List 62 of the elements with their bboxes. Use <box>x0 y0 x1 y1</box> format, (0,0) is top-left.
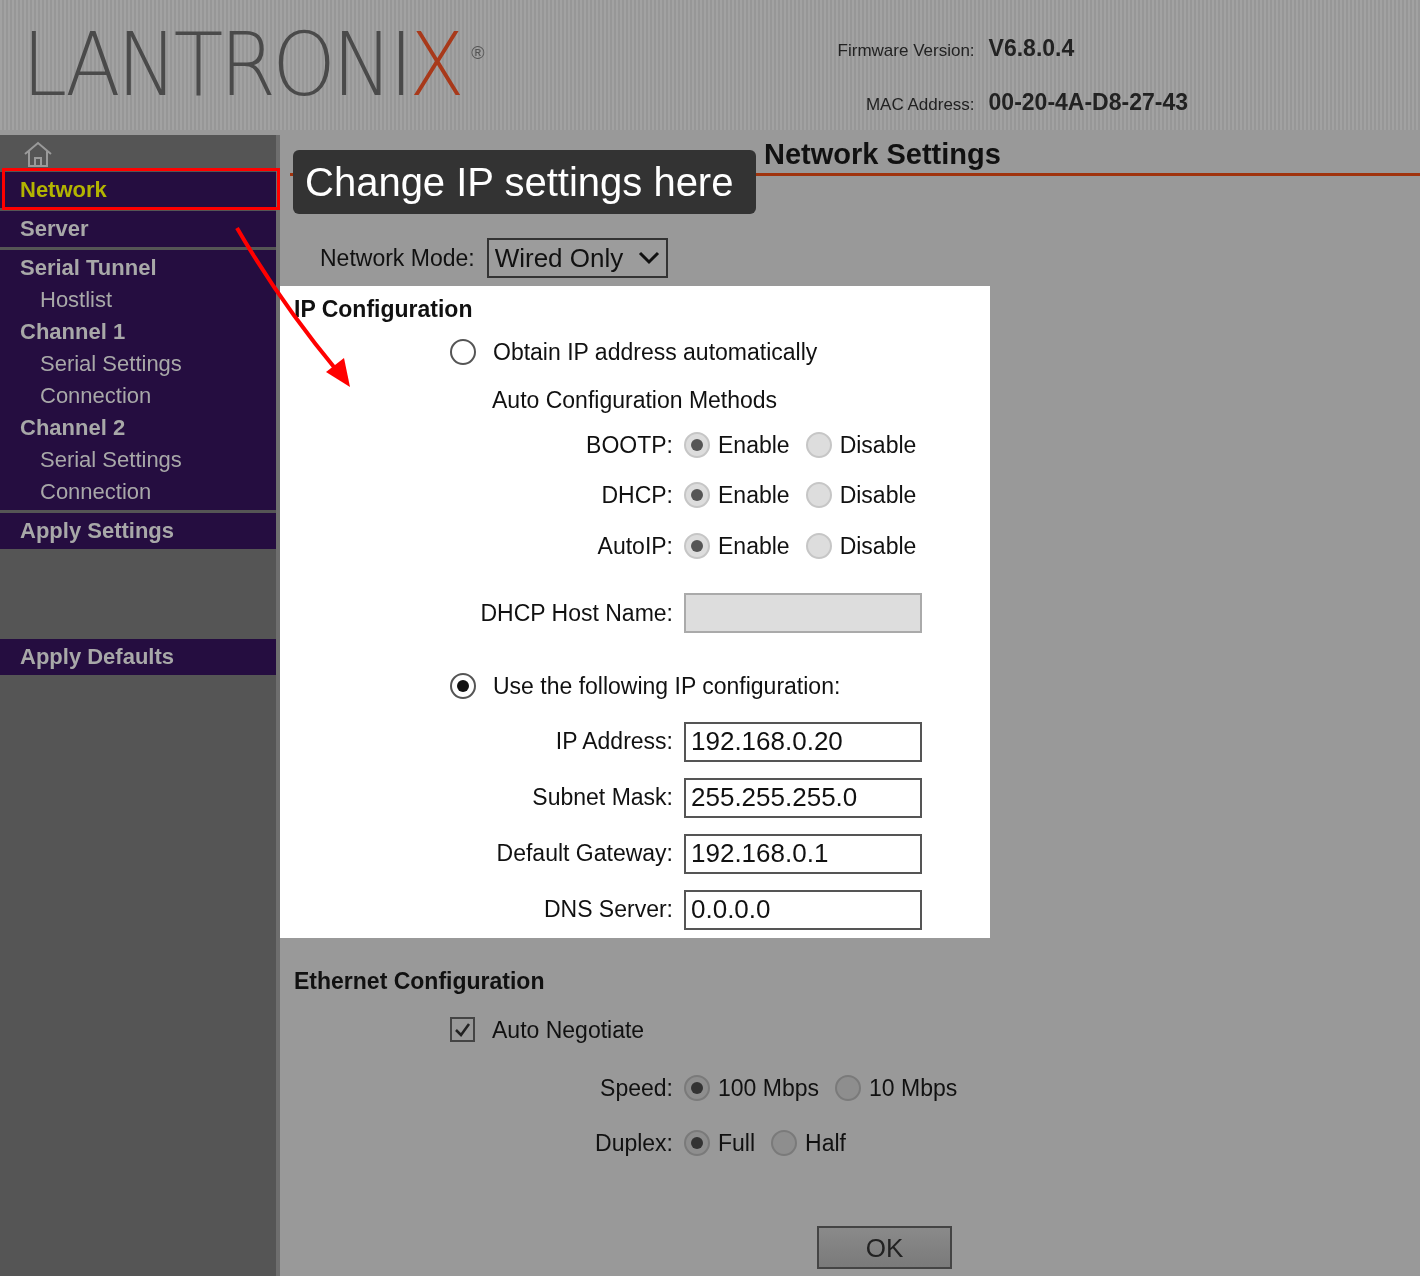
radio-label: Disable <box>839 430 917 460</box>
chevron-icon <box>637 251 660 265</box>
sidebar-item[interactable]: Connection <box>0 476 276 508</box>
radio-label: Disable <box>839 531 917 561</box>
radio-button[interactable] <box>450 338 476 365</box>
field-label: Subnet Mask: <box>531 783 673 813</box>
input-field[interactable]: 0.0.0.0 <box>684 889 922 930</box>
sidebar-item[interactable]: Network <box>0 174 276 206</box>
logo: LANTRONIX <box>22 21 462 109</box>
sidebar-item[interactable]: Channel 2 <box>0 412 276 444</box>
section-title: Ethernet Configuration <box>293 967 546 996</box>
radio-button[interactable] <box>835 1075 861 1102</box>
field-label: AutoIP: <box>596 531 673 561</box>
radio-label: Full <box>718 1128 756 1158</box>
radio-button[interactable] <box>771 1129 798 1156</box>
host-name-field[interactable] <box>684 593 922 633</box>
firmware-label: Firmware Version: <box>837 39 975 62</box>
field-label: IP Address: <box>554 727 673 757</box>
radio-label: Half <box>805 1128 846 1158</box>
registered-mark: ® <box>471 42 485 65</box>
radio-label: Enable <box>718 481 790 510</box>
sidebar-item[interactable]: Hostlist <box>0 284 276 316</box>
section-title: IP Configuration <box>293 295 474 324</box>
network-mode-select[interactable]: Wired Only <box>486 238 668 278</box>
sidebar-item[interactable]: Apply Defaults <box>0 641 276 673</box>
checkbox[interactable] <box>450 1017 475 1043</box>
sidebar-item[interactable]: Serial Tunnel <box>0 252 276 284</box>
field-label: DNS Server: <box>542 895 673 925</box>
sidebar-item[interactable]: Serial Settings <box>0 348 276 380</box>
sidebar-item[interactable]: Apply Settings <box>0 515 276 547</box>
field-label: Speed: <box>599 1074 673 1103</box>
sidebar-item[interactable]: Channel 1 <box>0 316 276 348</box>
sidebar-item[interactable]: Server <box>0 213 276 245</box>
ok-button[interactable]: OK <box>817 1226 952 1269</box>
field-label: DHCP Host Name: <box>479 598 673 628</box>
firmware-value: V6.8.0.4 <box>988 33 1076 63</box>
radio-label: Enable <box>718 430 790 460</box>
radio-button[interactable] <box>684 1129 710 1156</box>
input-field[interactable]: 192.168.0.1 <box>684 833 922 874</box>
field-label: DHCP: <box>600 481 673 510</box>
network-mode-label: Network Mode: <box>320 243 475 273</box>
sidebar-item[interactable]: Connection <box>0 380 276 412</box>
radio-label: Enable <box>718 531 790 561</box>
mac-label: MAC Address: <box>864 94 975 116</box>
sidebar-item[interactable]: Serial Settings <box>0 444 276 476</box>
checkmark-icon <box>454 1022 471 1038</box>
radio-label: Use the following IP configuration: <box>493 672 841 701</box>
field-label: Default Gateway: <box>495 839 673 869</box>
radio-button[interactable] <box>684 1075 710 1102</box>
radio-label: Disable <box>839 481 917 510</box>
field-label: Duplex: <box>594 1128 673 1158</box>
field-label: BOOTP: <box>585 430 673 460</box>
mac-value: 00-20-4A-D8-27-43 <box>988 88 1188 117</box>
radio-label: 100 Mbps <box>718 1074 819 1103</box>
checkbox-label: Auto Negotiate <box>492 1015 645 1045</box>
subsection-title: Auto Configuration Methods <box>492 386 779 415</box>
radio-label: 10 Mbps <box>869 1074 958 1103</box>
radio-button[interactable] <box>450 673 476 700</box>
radio-label: Obtain IP address automatically <box>493 337 818 367</box>
input-field[interactable]: 192.168.0.20 <box>684 721 922 762</box>
home-icon[interactable] <box>22 140 54 167</box>
input-field[interactable]: 255.255.255.0 <box>684 777 922 818</box>
